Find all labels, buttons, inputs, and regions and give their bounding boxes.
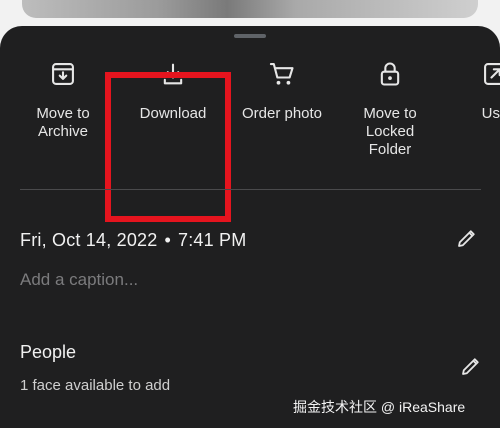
photo-time: 7:41 PM: [177, 230, 247, 250]
use-as-button[interactable]: Use: [440, 60, 500, 123]
lock-icon: [380, 62, 400, 86]
order-photo-button[interactable]: Order photo: [227, 60, 337, 123]
people-heading: People: [20, 342, 77, 362]
download-icon: [163, 63, 183, 85]
divider: [20, 189, 481, 190]
action-label: Use: [481, 105, 500, 122]
archive-icon: [52, 63, 74, 85]
edit-datetime-button[interactable]: [455, 226, 479, 250]
photo-date: Fri, Oct 14, 2022: [20, 230, 158, 250]
action-label: Download: [139, 105, 207, 122]
watermark-text: 掘金技术社区 @ iReaShare: [293, 399, 466, 415]
open-external-icon: [484, 63, 500, 85]
action-bar: Move to Archive Download Order photo Mov…: [0, 60, 500, 222]
move-to-locked-folder-button[interactable]: Move to Locked Folder: [335, 60, 445, 159]
action-label: Move to Archive: [36, 105, 90, 140]
people-subtitle: 1 face available to add: [20, 377, 171, 394]
photo-datetime: Fri, Oct 14, 2022 • 7:41 PM: [20, 230, 246, 251]
edit-people-button[interactable]: [459, 354, 483, 378]
photo-preview: [22, 0, 478, 18]
datetime-separator: •: [164, 230, 171, 250]
drag-handle[interactable]: [234, 34, 266, 38]
action-label: Move to Locked Folder: [363, 105, 417, 158]
download-button[interactable]: Download: [118, 60, 228, 123]
photo-info-sheet: Move to Archive Download Order photo Mov…: [0, 26, 500, 428]
cart-icon: [269, 63, 294, 85]
caption-input[interactable]: [20, 270, 320, 290]
action-label: Order photo: [241, 105, 323, 122]
move-to-archive-button[interactable]: Move to Archive: [8, 60, 118, 141]
